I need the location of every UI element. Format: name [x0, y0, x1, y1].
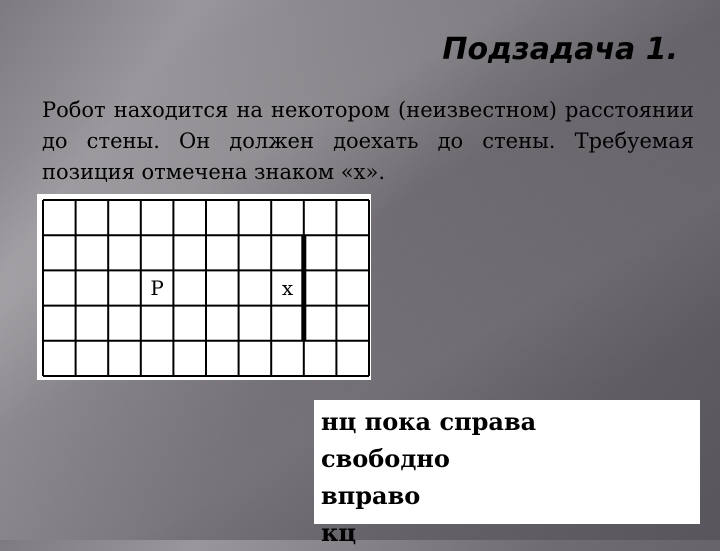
code-line: нц пока справа — [321, 407, 537, 436]
robot-field: Рx — [37, 194, 371, 380]
code-listing: нц пока справа свободно вправо кц — [321, 403, 536, 551]
robot-field-grid: Рx — [42, 199, 370, 377]
code-line: кц — [321, 518, 357, 547]
code-line: свободно — [321, 444, 450, 473]
robot-marker: Р — [150, 276, 163, 300]
target-marker: x — [282, 276, 294, 300]
code-line: вправо — [321, 481, 421, 510]
slide-title: Подзадача 1. — [442, 32, 678, 67]
task-description: Робот находится на некотором (неизвестно… — [42, 98, 694, 184]
